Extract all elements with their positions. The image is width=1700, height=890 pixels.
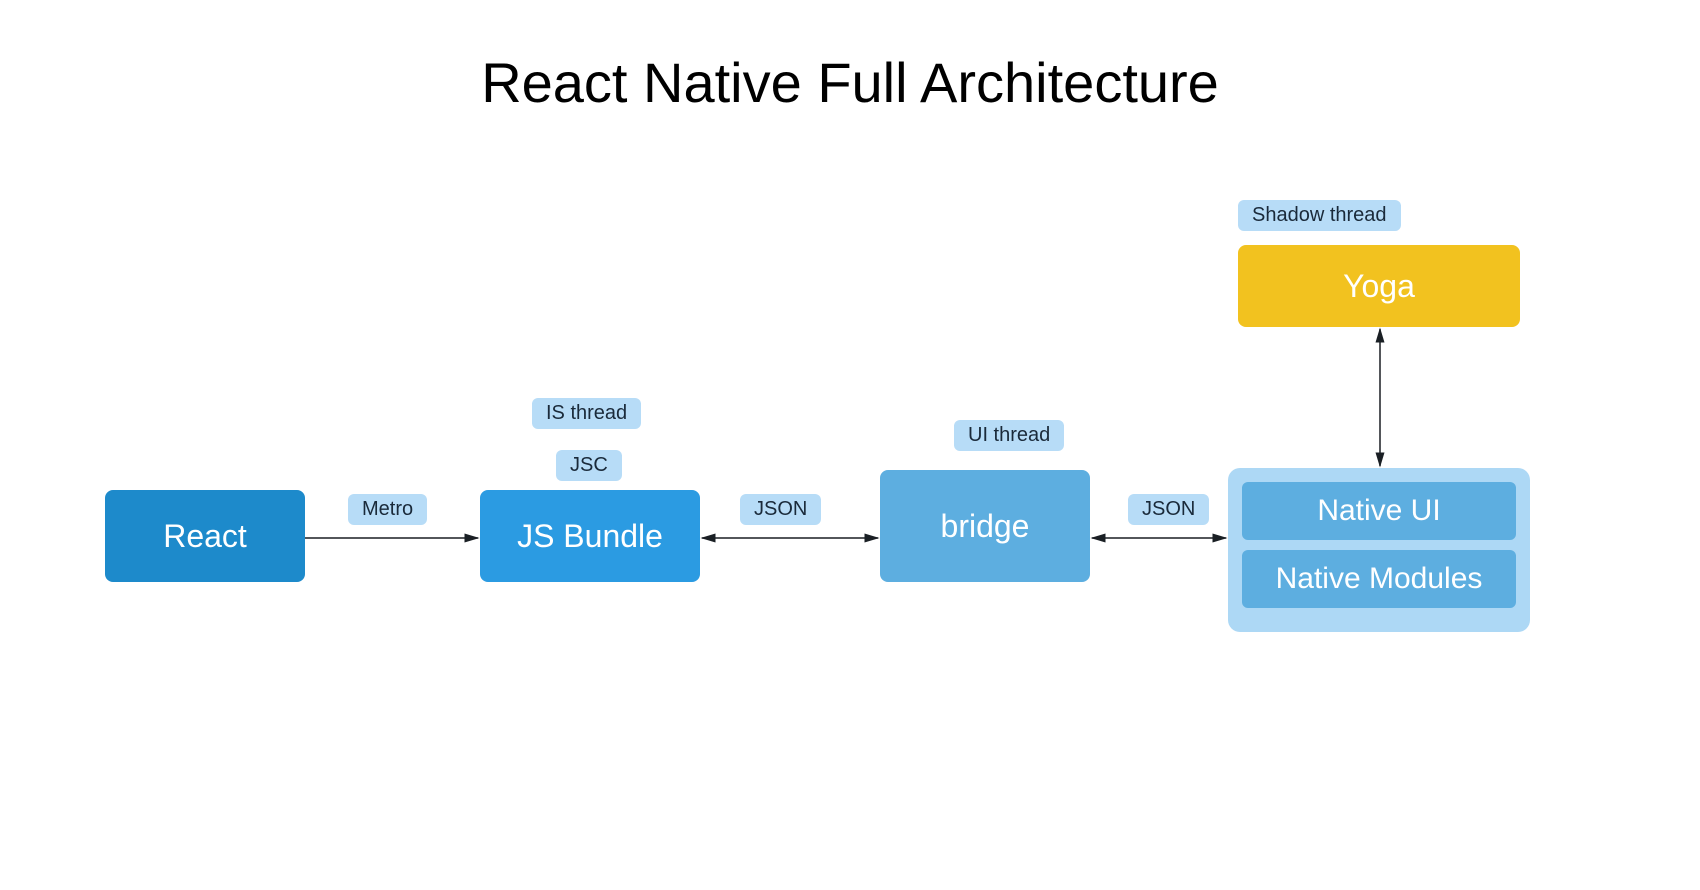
pill-ui-thread-label: UI thread <box>968 424 1050 447</box>
node-bridge: bridge <box>880 470 1090 582</box>
diagram-title: React Native Full Architecture <box>481 50 1219 115</box>
pill-metro: Metro <box>348 494 427 525</box>
pill-jsc-label: JSC <box>570 454 608 477</box>
node-native-ui-label: Native UI <box>1317 494 1440 528</box>
node-jsbundle: JS Bundle <box>480 490 700 582</box>
pill-json-1: JSON <box>740 494 821 525</box>
node-native-ui: Native UI <box>1242 482 1516 540</box>
node-bridge-label: bridge <box>941 508 1030 545</box>
node-react-label: React <box>163 518 247 555</box>
pill-json-2: JSON <box>1128 494 1209 525</box>
node-react: React <box>105 490 305 582</box>
node-native-container: Native UI Native Modules <box>1228 468 1530 632</box>
pill-shadow-thread-label: Shadow thread <box>1252 204 1387 227</box>
node-yoga: Yoga <box>1238 245 1520 327</box>
pill-jsc: JSC <box>556 450 622 481</box>
pill-is-thread: IS thread <box>532 398 641 429</box>
pill-ui-thread: UI thread <box>954 420 1064 451</box>
node-native-modules-label: Native Modules <box>1276 562 1483 596</box>
pill-json-1-label: JSON <box>754 498 807 521</box>
connector-lines <box>0 0 1700 890</box>
pill-json-2-label: JSON <box>1142 498 1195 521</box>
pill-metro-label: Metro <box>362 498 413 521</box>
node-native-modules: Native Modules <box>1242 550 1516 608</box>
pill-shadow-thread: Shadow thread <box>1238 200 1401 231</box>
pill-is-thread-label: IS thread <box>546 402 627 425</box>
node-jsbundle-label: JS Bundle <box>517 518 663 555</box>
node-yoga-label: Yoga <box>1343 268 1415 305</box>
